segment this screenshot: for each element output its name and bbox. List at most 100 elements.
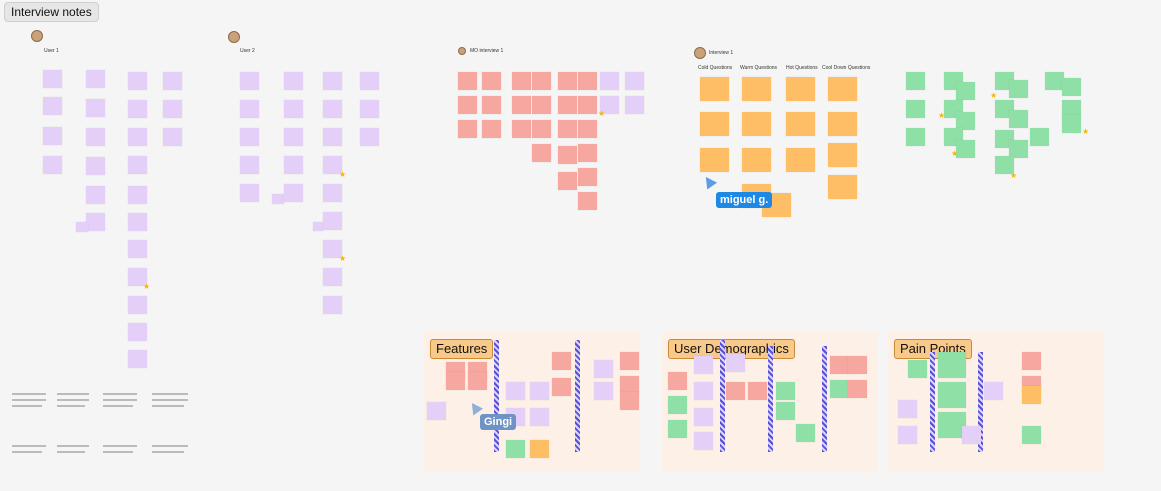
sticky-note[interactable] xyxy=(532,72,551,90)
sticky-note[interactable] xyxy=(1022,386,1041,404)
text-block[interactable] xyxy=(12,405,42,407)
sticky-note[interactable] xyxy=(668,420,687,438)
sticky-note[interactable] xyxy=(700,77,729,101)
sticky-note[interactable] xyxy=(284,128,303,146)
sticky-note[interactable] xyxy=(956,82,975,100)
text-block[interactable] xyxy=(12,393,46,395)
sticky-note[interactable] xyxy=(284,72,303,90)
sticky-note[interactable] xyxy=(726,382,745,400)
text-block[interactable] xyxy=(103,399,137,401)
sticky-note[interactable] xyxy=(558,96,577,114)
sticky-note[interactable] xyxy=(776,382,795,400)
sticky-note[interactable] xyxy=(240,72,259,90)
features-label[interactable]: Features xyxy=(430,339,494,359)
sticky-note[interactable] xyxy=(1009,80,1028,98)
sticky-note[interactable] xyxy=(240,100,259,118)
sticky-note[interactable] xyxy=(898,426,917,444)
sticky-note[interactable] xyxy=(128,186,147,204)
sticky-note[interactable] xyxy=(830,356,849,374)
sticky-note[interactable] xyxy=(43,127,62,145)
sticky-note[interactable] xyxy=(86,70,105,88)
sticky-note[interactable] xyxy=(898,400,917,418)
sticky-note[interactable] xyxy=(76,222,88,232)
sticky-note[interactable] xyxy=(558,120,577,138)
sticky-note[interactable] xyxy=(906,100,925,118)
features-section[interactable]: Features xyxy=(424,332,640,472)
sticky-note[interactable] xyxy=(668,372,687,390)
sticky-note[interactable] xyxy=(558,172,577,190)
sticky-note[interactable] xyxy=(938,352,966,378)
sticky-note[interactable] xyxy=(86,213,105,231)
sticky-note[interactable] xyxy=(694,408,713,426)
sticky-note[interactable] xyxy=(578,120,597,138)
text-block[interactable] xyxy=(103,445,137,447)
sticky-note[interactable] xyxy=(776,402,795,420)
sticky-note[interactable] xyxy=(620,392,639,410)
sticky-note[interactable] xyxy=(323,268,342,286)
sticky-note[interactable] xyxy=(86,128,105,146)
sticky-note[interactable] xyxy=(578,168,597,186)
sticky-note[interactable] xyxy=(558,72,577,90)
sticky-note[interactable] xyxy=(530,408,549,426)
sticky-note[interactable] xyxy=(1009,110,1028,128)
sticky-note[interactable] xyxy=(828,112,857,136)
text-block[interactable] xyxy=(152,405,184,407)
sticky-note[interactable] xyxy=(128,156,147,174)
sticky-note[interactable] xyxy=(128,128,147,146)
sticky-note[interactable] xyxy=(532,144,551,162)
sticky-note[interactable] xyxy=(128,213,147,231)
sticky-note[interactable] xyxy=(272,194,284,204)
sticky-note[interactable] xyxy=(625,72,644,90)
sticky-note[interactable] xyxy=(323,296,342,314)
text-block[interactable] xyxy=(103,393,137,395)
sticky-note[interactable] xyxy=(43,97,62,115)
sticky-note[interactable] xyxy=(1022,352,1041,370)
sticky-note[interactable] xyxy=(284,156,303,174)
sticky-note[interactable] xyxy=(984,382,1003,400)
text-block[interactable] xyxy=(103,451,133,453)
sticky-note[interactable] xyxy=(468,372,487,390)
sticky-note[interactable] xyxy=(128,323,147,341)
sticky-note[interactable] xyxy=(600,72,619,90)
sticky-note[interactable] xyxy=(163,128,182,146)
sticky-note[interactable] xyxy=(323,100,342,118)
sticky-note[interactable] xyxy=(532,120,551,138)
sticky-note[interactable] xyxy=(620,352,639,370)
text-block[interactable] xyxy=(103,405,133,407)
sticky-note[interactable] xyxy=(786,148,815,172)
sticky-note[interactable] xyxy=(446,372,465,390)
text-block[interactable] xyxy=(12,445,46,447)
sticky-note[interactable] xyxy=(625,96,644,114)
sticky-note[interactable] xyxy=(578,144,597,162)
sticky-note[interactable] xyxy=(512,120,531,138)
sticky-note[interactable] xyxy=(128,100,147,118)
sticky-note[interactable] xyxy=(482,96,501,114)
sticky-note[interactable] xyxy=(1022,426,1041,444)
sticky-note[interactable] xyxy=(830,380,849,398)
sticky-note[interactable] xyxy=(962,426,981,444)
sticky-note[interactable] xyxy=(594,382,613,400)
sticky-note[interactable] xyxy=(43,156,62,174)
sticky-note[interactable] xyxy=(828,143,857,167)
sticky-note[interactable] xyxy=(700,112,729,136)
text-block[interactable] xyxy=(12,451,42,453)
sticky-note[interactable] xyxy=(360,128,379,146)
sticky-note[interactable] xyxy=(128,72,147,90)
sticky-note[interactable] xyxy=(694,356,713,374)
sticky-note[interactable] xyxy=(128,296,147,314)
sticky-note[interactable] xyxy=(458,120,477,138)
user-demographics-section[interactable]: User Demographics xyxy=(662,332,878,472)
sticky-note[interactable] xyxy=(906,128,925,146)
sticky-note[interactable] xyxy=(323,212,342,230)
sticky-note[interactable] xyxy=(240,156,259,174)
sticky-note[interactable] xyxy=(163,72,182,90)
sticky-note[interactable] xyxy=(86,157,105,175)
text-block[interactable] xyxy=(152,445,188,447)
sticky-note[interactable] xyxy=(1062,78,1081,96)
sticky-note[interactable] xyxy=(530,382,549,400)
sticky-note[interactable] xyxy=(458,72,477,90)
sticky-note[interactable] xyxy=(86,186,105,204)
sticky-note[interactable] xyxy=(128,350,147,368)
sticky-note[interactable] xyxy=(482,120,501,138)
text-block[interactable] xyxy=(152,451,184,453)
